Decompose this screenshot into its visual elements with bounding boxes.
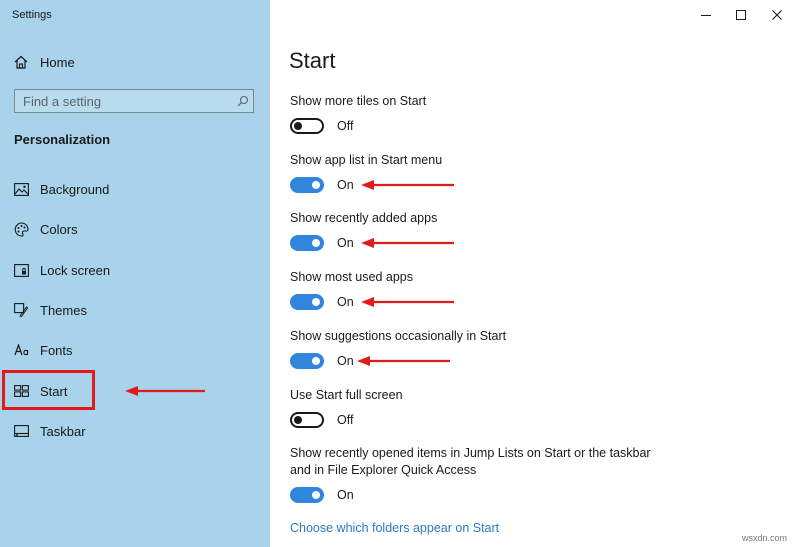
home-label: Home bbox=[40, 54, 75, 70]
toggle-state-label: On bbox=[337, 488, 354, 502]
watermark: wsxdn.com bbox=[742, 533, 788, 543]
toggle-show-app-list[interactable]: On bbox=[290, 177, 354, 193]
search-input[interactable] bbox=[15, 93, 233, 109]
annotation-arrow-icon bbox=[361, 297, 454, 307]
sidebar-item-background[interactable]: Background bbox=[0, 169, 270, 209]
palette-icon bbox=[13, 221, 29, 237]
toggle-show-suggestions[interactable]: On bbox=[290, 353, 354, 369]
toggle-switch[interactable] bbox=[290, 294, 324, 310]
toggle-switch[interactable] bbox=[290, 118, 324, 134]
sidebar-item-label: Background bbox=[40, 181, 110, 197]
font-icon bbox=[13, 344, 29, 356]
page-title: Start bbox=[289, 48, 336, 73]
setting-label: Show more tiles on Start bbox=[290, 94, 427, 108]
toggle-show-recently-added[interactable]: On bbox=[290, 235, 354, 251]
toggle-switch[interactable] bbox=[290, 487, 324, 503]
sidebar-item-label: Themes bbox=[40, 302, 87, 318]
setting-label: Use Start full screen bbox=[290, 388, 403, 402]
setting-label: Show recently added apps bbox=[290, 211, 438, 225]
sidebar-item-themes[interactable]: Themes bbox=[0, 290, 270, 330]
setting-label: Show recently opened items in Jump Lists… bbox=[290, 445, 670, 479]
toggle-switch[interactable] bbox=[290, 177, 324, 193]
toggle-state-label: Off bbox=[337, 119, 354, 133]
search-box[interactable] bbox=[14, 89, 254, 113]
annotation-arrow-icon bbox=[357, 356, 450, 366]
start-highlight-annotation bbox=[2, 370, 95, 410]
close-button[interactable] bbox=[754, 0, 800, 30]
sidebar-item-label: Fonts bbox=[40, 342, 73, 358]
brush-icon bbox=[13, 303, 29, 317]
toggle-show-more-tiles[interactable]: Off bbox=[290, 118, 353, 134]
setting-label-line: Show recently opened items in Jump Lists… bbox=[290, 446, 651, 460]
toggle-state-label: On bbox=[337, 354, 354, 368]
picture-icon bbox=[13, 182, 29, 196]
close-icon bbox=[772, 10, 782, 20]
toggle-jump-lists[interactable]: On bbox=[290, 487, 354, 503]
sidebar-item-taskbar[interactable]: Taskbar bbox=[0, 411, 270, 451]
annotation-arrow-icon bbox=[361, 180, 454, 190]
sidebar: Settings Home Personalization Background… bbox=[0, 0, 270, 547]
toggle-switch[interactable] bbox=[290, 235, 324, 251]
sidebar-item-lock-screen[interactable]: Lock screen bbox=[0, 250, 270, 290]
sidebar-item-label: Colors bbox=[40, 221, 78, 237]
sidebar-item-colors[interactable]: Colors bbox=[0, 209, 270, 249]
section-title: Personalization bbox=[14, 132, 111, 147]
home-icon bbox=[14, 55, 28, 69]
window-title: Settings bbox=[12, 9, 52, 21]
search-icon[interactable] bbox=[233, 95, 253, 107]
toggle-state-label: On bbox=[337, 295, 354, 309]
toggle-switch[interactable] bbox=[290, 412, 324, 428]
setting-label: Show suggestions occasionally in Start bbox=[290, 329, 507, 343]
home-nav-item[interactable]: Home bbox=[14, 52, 75, 72]
setting-label: Show app list in Start menu bbox=[290, 153, 443, 167]
toggle-show-most-used[interactable]: On bbox=[290, 294, 354, 310]
setting-label-line: and in File Explorer Quick Access bbox=[290, 463, 477, 477]
maximize-icon bbox=[736, 10, 746, 20]
sidebar-item-label: Taskbar bbox=[40, 423, 86, 439]
choose-folders-link[interactable]: Choose which folders appear on Start bbox=[290, 521, 499, 535]
taskbar-icon bbox=[13, 425, 29, 437]
toggle-switch[interactable] bbox=[290, 353, 324, 369]
toggle-state-label: On bbox=[337, 236, 354, 250]
setting-label: Show most used apps bbox=[290, 270, 413, 284]
annotation-arrow-icon bbox=[125, 386, 205, 396]
minimize-icon bbox=[701, 15, 711, 16]
toggle-state-label: On bbox=[337, 178, 354, 192]
toggle-full-screen[interactable]: Off bbox=[290, 412, 353, 428]
sidebar-item-label: Lock screen bbox=[40, 262, 111, 278]
toggle-state-label: Off bbox=[337, 413, 354, 427]
sidebar-item-fonts[interactable]: Fonts bbox=[0, 330, 270, 370]
lock-screen-icon bbox=[13, 263, 29, 277]
annotation-arrow-icon bbox=[361, 238, 454, 248]
